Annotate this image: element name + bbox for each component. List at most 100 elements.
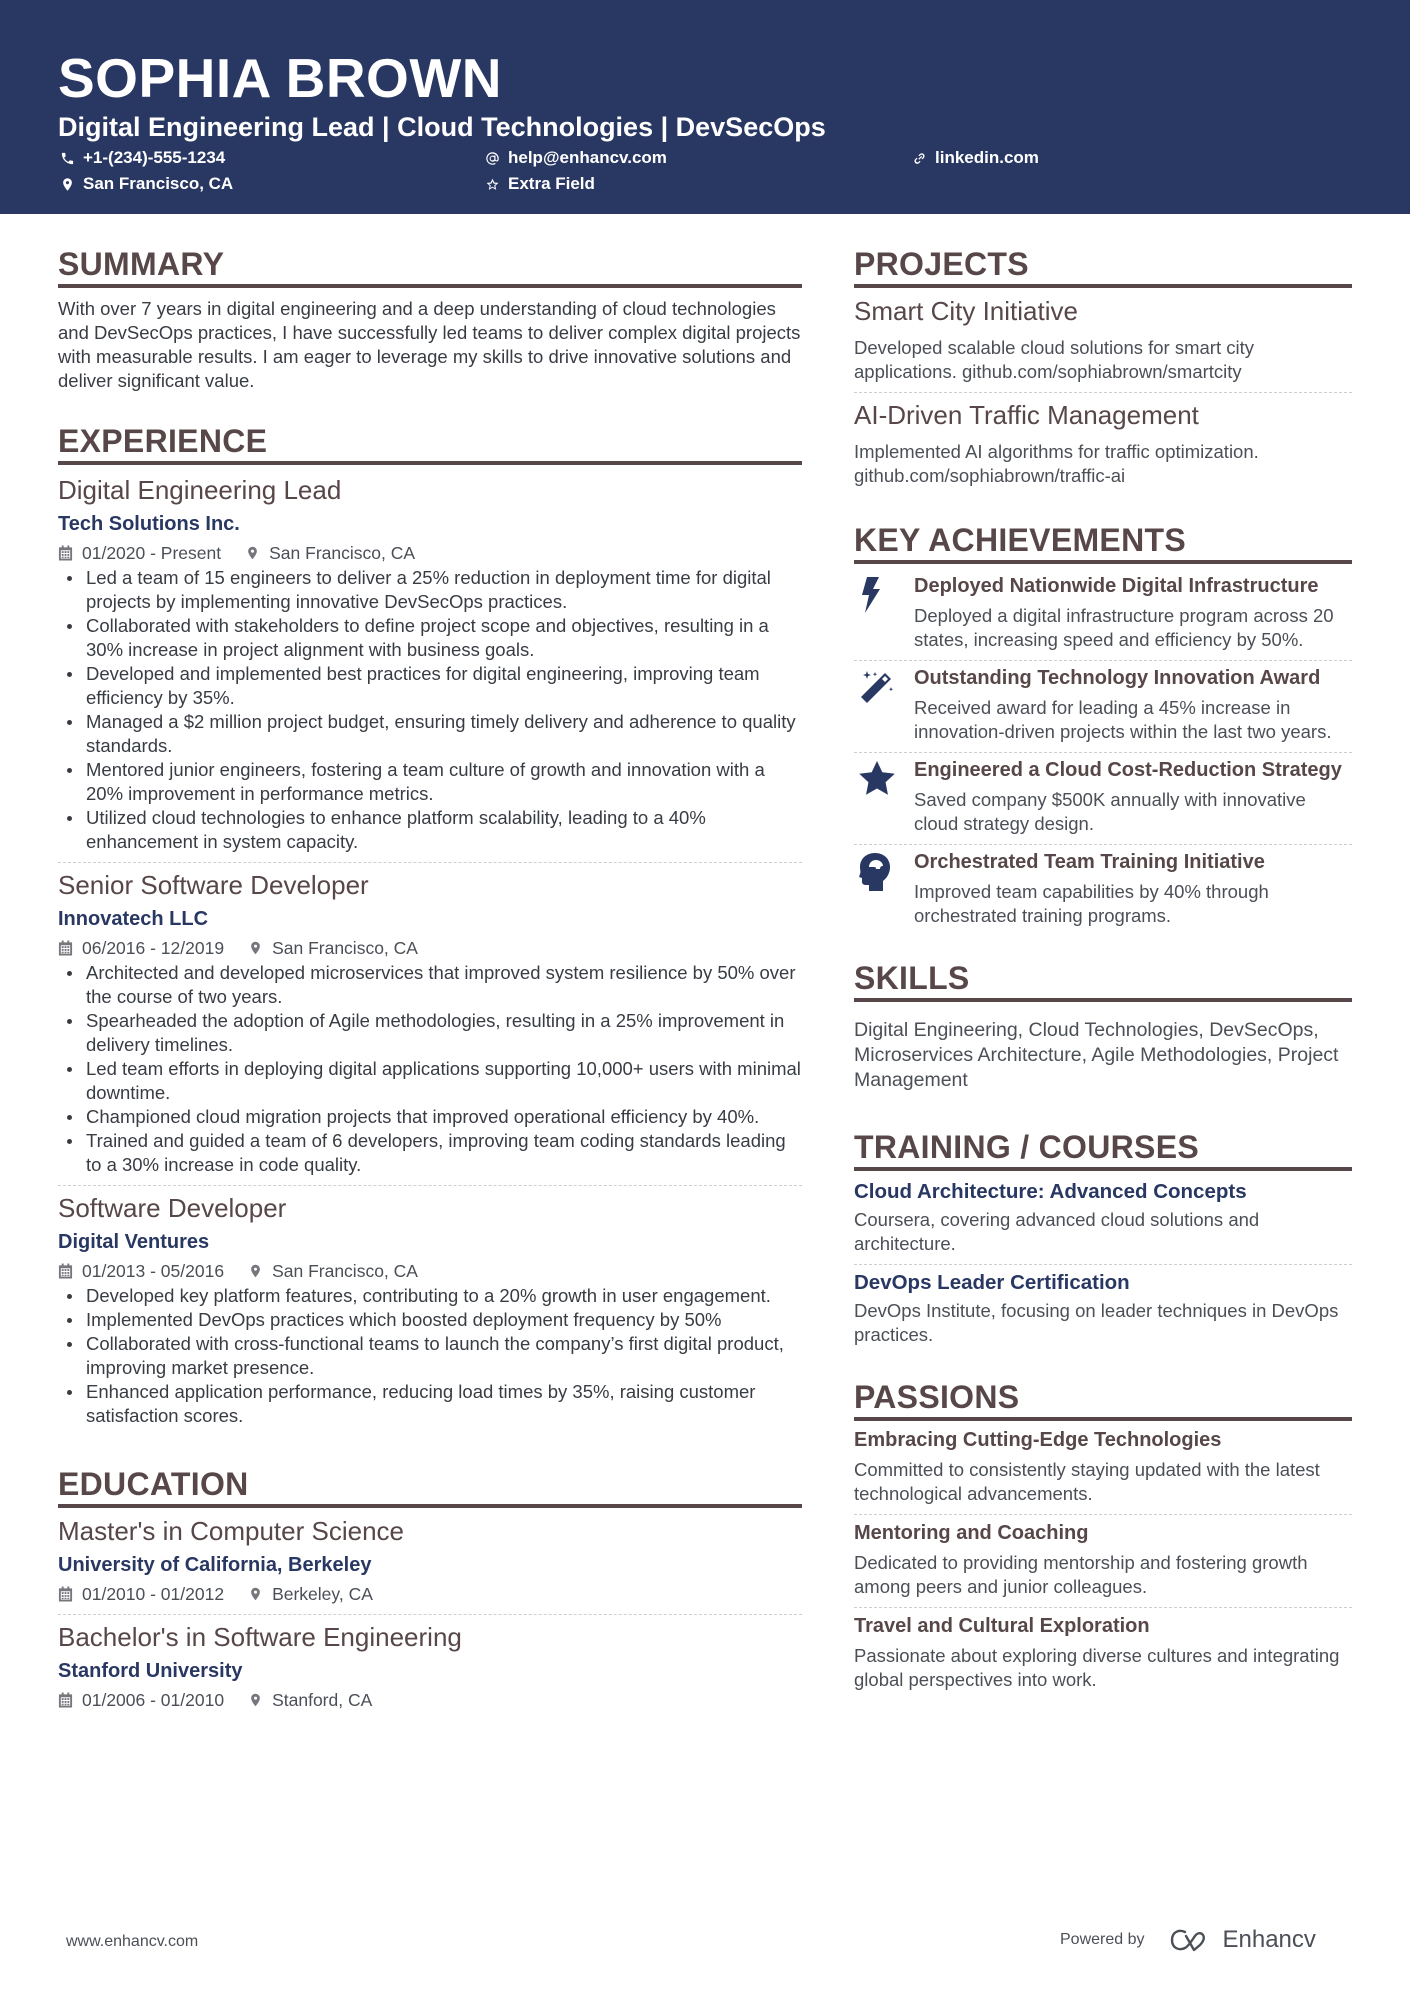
calendar-icon <box>58 940 73 956</box>
bullet-item: Trained and guided a team of 6 developer… <box>58 1129 802 1177</box>
achievement-item: Engineered a Cloud Cost-Reduction Strate… <box>854 758 1352 836</box>
footer-website[interactable]: www.enhancv.com <box>66 1933 198 1951</box>
experience-item: Software Developer Digital Ventures 01/2… <box>58 1191 802 1428</box>
project-description: Developed scalable cloud solutions for s… <box>854 337 1254 382</box>
job-location: San Francisco, CA <box>248 936 418 960</box>
achievements-section: KEY ACHIEVEMENTS Deployed Nationwide Dig… <box>854 520 1352 928</box>
star-icon <box>859 761 895 795</box>
job-bullets: Architected and developed microservices … <box>58 961 802 1177</box>
projects-heading: PROJECTS <box>854 246 1029 282</box>
job-meta: 01/2013 - 05/2016 San Francisco, CA <box>58 1259 802 1283</box>
education-dates: 01/2010 - 01/2012 <box>58 1582 224 1606</box>
contact-extra: Extra Field <box>485 173 595 195</box>
job-meta: 01/2020 - Present San Francisco, CA <box>58 541 802 565</box>
achievement-icon-wrap <box>854 850 914 928</box>
passion-description: Committed to consistently staying update… <box>854 1459 1320 1504</box>
project-item: Smart City Initiative Developed scalable… <box>854 294 1352 384</box>
contact-phone-text: +1-(234)-555-1234 <box>83 148 226 167</box>
phone-icon <box>61 152 74 164</box>
achievement-item: Outstanding Technology Innovation Award … <box>854 666 1352 744</box>
calendar-icon <box>58 545 73 561</box>
section-divider <box>854 998 1352 1002</box>
achievement-title: Engineered a Cloud Cost-Reduction Strate… <box>914 759 1342 781</box>
achievement-icon-wrap <box>854 574 914 652</box>
course-description: DevOps Institute, focusing on leader tec… <box>854 1300 1339 1345</box>
education-item: Bachelor's in Software Engineering Stanf… <box>58 1620 802 1712</box>
achievement-description: Improved team capabilities by 40% throug… <box>914 881 1269 926</box>
company-name: Innovatech LLC <box>58 908 209 930</box>
projects-section: PROJECTS Smart City Initiative Developed… <box>854 244 1352 488</box>
achievement-icon-wrap <box>854 758 914 836</box>
degree-title: Bachelor's in Software Engineering <box>58 1622 462 1652</box>
resume-header: SOPHIA BROWN Digital Engineering Lead | … <box>0 0 1410 214</box>
education-heading: EDUCATION <box>58 1466 249 1502</box>
passion-item: Mentoring and Coaching Dedicated to prov… <box>854 1520 1352 1599</box>
achievement-description: Deployed a digital infrastructure progra… <box>914 605 1334 650</box>
achievement-description: Received award for leading a 45% increas… <box>914 697 1332 742</box>
job-meta: 06/2016 - 12/2019 San Francisco, CA <box>58 936 802 960</box>
project-title: Smart City Initiative <box>854 296 1078 326</box>
contact-phone[interactable]: +1-(234)-555-1234 <box>60 147 225 169</box>
passion-description: Dedicated to providing mentorship and fo… <box>854 1552 1308 1597</box>
contact-email[interactable]: help@enhancv.com <box>485 147 667 169</box>
passions-heading: PASSIONS <box>854 1379 1020 1415</box>
company-name: Digital Ventures <box>58 1231 210 1253</box>
education-meta: 01/2006 - 01/2010 Stanford, CA <box>58 1688 802 1712</box>
right-column: PROJECTS Smart City Initiative Developed… <box>854 244 1352 1692</box>
passion-title: Mentoring and Coaching <box>854 1522 1089 1544</box>
location-text: San Francisco, CA <box>272 1261 418 1281</box>
map-pin-icon <box>251 1693 260 1707</box>
bullet-item: Led a team of 15 engineers to deliver a … <box>58 566 802 614</box>
job-location: San Francisco, CA <box>248 1259 418 1283</box>
summary-section: SUMMARY With over 7 years in digital eng… <box>58 244 802 393</box>
left-column: SUMMARY With over 7 years in digital eng… <box>58 244 802 1712</box>
bullet-item: Enhanced application performance, reduci… <box>58 1380 802 1428</box>
section-divider <box>854 284 1352 288</box>
job-bullets: Led a team of 15 engineers to deliver a … <box>58 566 802 854</box>
bullet-item: Managed a $2 million project budget, ens… <box>58 710 802 758</box>
dates-text: 01/2013 - 05/2016 <box>82 1261 225 1281</box>
job-title: Senior Software Developer <box>58 870 369 900</box>
location-text: San Francisco, CA <box>272 938 418 958</box>
bullet-item: Collaborated with cross-functional teams… <box>58 1332 802 1380</box>
job-bullets: Developed key platform features, contrib… <box>58 1284 802 1428</box>
skills-text: Digital Engineering, Cloud Technologies,… <box>854 1019 1339 1091</box>
at-icon <box>486 151 499 165</box>
dates-text: 06/2016 - 12/2019 <box>82 938 225 958</box>
experience-heading: EXPERIENCE <box>58 423 268 459</box>
job-title: Digital Engineering Lead <box>58 475 342 505</box>
bullet-item: Mentored junior engineers, fostering a t… <box>58 758 802 806</box>
bullet-item: Architected and developed microservices … <box>58 961 802 1009</box>
bullet-item: Led team efforts in deploying digital ap… <box>58 1057 802 1105</box>
bullet-item: Collaborated with stakeholders to define… <box>58 614 802 662</box>
footer-powered-by[interactable]: Powered by Enhancv <box>1060 1926 1316 1954</box>
item-divider <box>854 1264 1352 1265</box>
summary-heading: SUMMARY <box>58 246 225 282</box>
dates-text: 01/2020 - Present <box>82 543 222 563</box>
school-name: University of California, Berkeley <box>58 1554 372 1576</box>
skills-heading: SKILLS <box>854 960 970 996</box>
achievement-item: Deployed Nationwide Digital Infrastructu… <box>854 574 1352 652</box>
passion-title: Travel and Cultural Exploration <box>854 1615 1150 1637</box>
course-description: Coursera, covering advanced cloud soluti… <box>854 1209 1260 1254</box>
map-pin-icon <box>251 941 260 955</box>
job-title: Software Developer <box>58 1193 287 1223</box>
item-divider <box>854 752 1352 753</box>
achievements-heading: KEY ACHIEVEMENTS <box>854 522 1186 558</box>
dates-text: 01/2006 - 01/2010 <box>82 1690 225 1710</box>
item-divider <box>58 1614 802 1615</box>
education-location: Stanford, CA <box>248 1688 372 1712</box>
project-description: Implemented AI algorithms for traffic op… <box>854 441 1259 486</box>
candidate-headline: Digital Engineering Lead | Cloud Technol… <box>58 112 826 142</box>
map-pin-icon <box>248 546 257 560</box>
item-divider <box>854 1514 1352 1515</box>
contact-linkedin[interactable]: linkedin.com <box>912 147 1039 169</box>
job-dates: 06/2016 - 12/2019 <box>58 936 224 960</box>
contact-email-text: help@enhancv.com <box>508 148 667 167</box>
bullet-item: Championed cloud migration projects that… <box>58 1105 802 1129</box>
summary-text: With over 7 years in digital engineering… <box>58 298 801 391</box>
experience-section: EXPERIENCE Digital Engineering Lead Tech… <box>58 421 802 1428</box>
contact-location: San Francisco, CA <box>60 173 233 195</box>
map-pin-icon <box>251 1587 260 1601</box>
achievement-title: Deployed Nationwide Digital Infrastructu… <box>914 575 1319 597</box>
